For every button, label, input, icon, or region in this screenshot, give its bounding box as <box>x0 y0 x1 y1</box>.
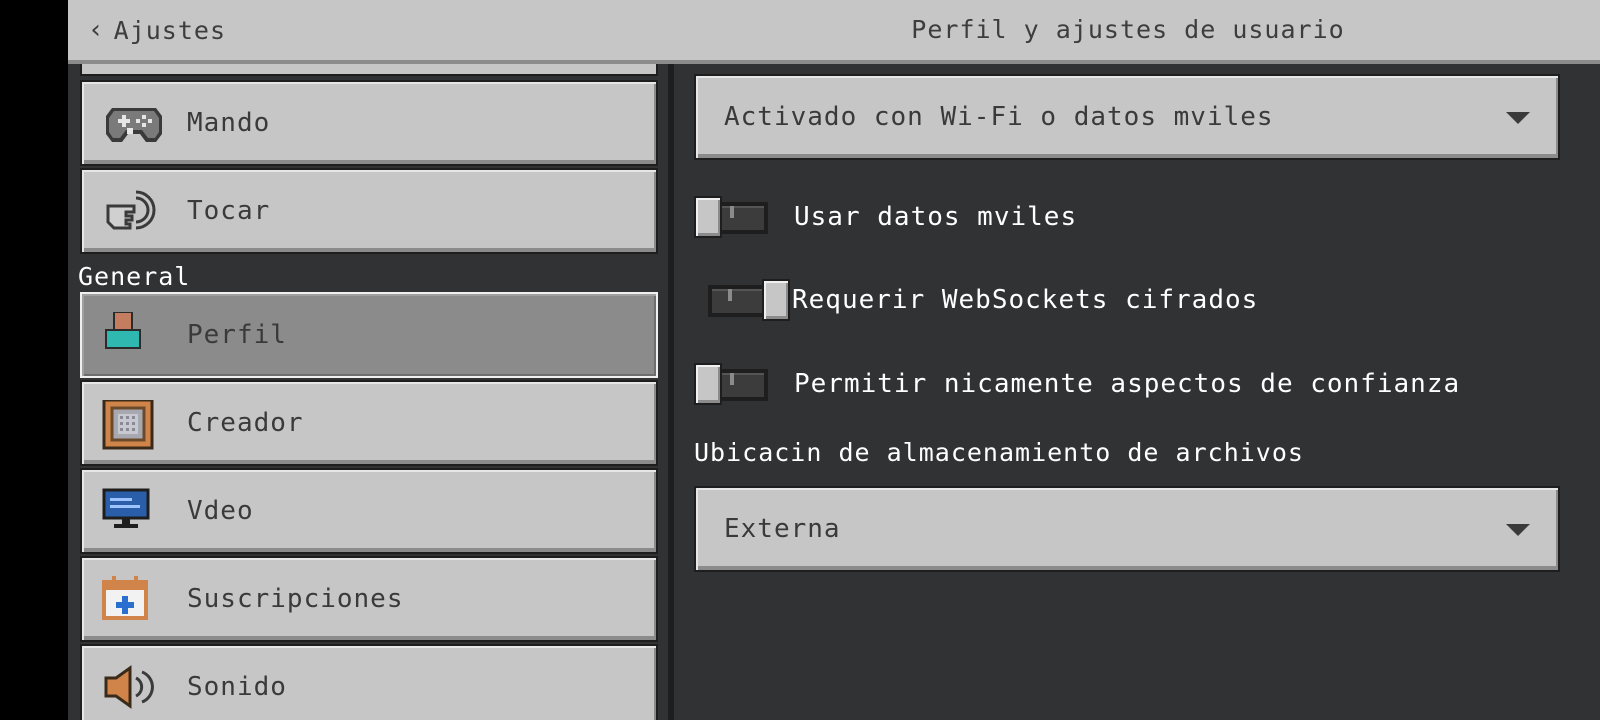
sidebar-item-label: Tocar <box>187 196 271 226</box>
settings-app: ‹ Ajustes Perfil y ajustes de usuario Ma… <box>68 0 1600 720</box>
sidebar-item-creador[interactable]: Creador <box>80 380 658 466</box>
sidebar-item-tocar[interactable]: Tocar <box>80 168 658 254</box>
toggle-row-trusted-skins[interactable]: Permitir nicamente aspectos de confianza <box>694 361 1460 407</box>
sidebar-item-label: Vdeo <box>187 496 254 526</box>
toggle-indicator <box>730 373 734 385</box>
dropdown-value: Externa <box>724 514 841 544</box>
main-panel: Activado con Wi-Fi o datos mviles Usar d… <box>674 64 1600 720</box>
storage-location-label: Ubicacin de almacenamiento de archivos <box>694 438 1304 467</box>
sidebar-item-label: Sonido <box>187 672 287 702</box>
back-label: Ajustes <box>113 15 227 45</box>
caret-down-icon <box>1506 524 1530 536</box>
toggle-indicator <box>728 289 732 301</box>
sidebar-item-mando[interactable]: Mando <box>80 80 658 166</box>
toggle-label: Permitir nicamente aspectos de confianza <box>794 369 1461 399</box>
encrypted-websockets-toggle[interactable] <box>704 279 790 321</box>
touch-hand-icon <box>102 188 156 234</box>
sidebar-item-label: Suscripciones <box>187 584 404 614</box>
sidebar-item-label: Creador <box>187 408 304 438</box>
section-heading-general: General <box>78 262 191 291</box>
toggle-indicator <box>730 206 734 218</box>
mobile-data-toggle[interactable] <box>694 196 772 238</box>
sidebar-item-label: Mando <box>187 108 271 138</box>
calendar-plus-icon <box>102 576 154 622</box>
sidebar-item-perfil[interactable]: Perfil <box>80 292 658 378</box>
toggle-row-mobile-data[interactable]: Usar datos mviles <box>694 194 1077 240</box>
gamepad-icon <box>102 100 162 146</box>
header-bar: ‹ Ajustes Perfil y ajustes de usuario <box>68 0 1600 64</box>
speaker-icon <box>102 664 154 710</box>
storage-location-dropdown[interactable]: Externa <box>694 486 1560 572</box>
dropdown-value: Activado con Wi-Fi o datos mviles <box>724 102 1274 132</box>
toggle-knob[interactable] <box>762 279 790 321</box>
toggle-label: Requerir WebSockets cifrados <box>792 285 1259 315</box>
page-title: Perfil y ajustes de usuario <box>911 15 1345 44</box>
toggle-knob[interactable] <box>694 363 722 405</box>
monitor-icon <box>102 488 154 534</box>
caret-down-icon <box>1506 112 1530 124</box>
chevron-left-icon: ‹ <box>88 15 104 45</box>
back-button[interactable]: ‹ Ajustes <box>88 8 226 52</box>
sidebar-item-video[interactable]: Vdeo <box>80 468 658 554</box>
sidebar-item-suscripciones[interactable]: Suscripciones <box>80 556 658 642</box>
sidebar-item-sonido[interactable]: Sonido <box>80 644 658 720</box>
command-block-icon <box>102 398 154 450</box>
trusted-skins-toggle[interactable] <box>694 363 772 405</box>
profile-icon <box>102 311 154 358</box>
network-usage-dropdown[interactable]: Activado con Wi-Fi o datos mviles <box>694 74 1560 160</box>
toggle-label: Usar datos mviles <box>794 202 1078 232</box>
toggle-knob[interactable] <box>694 196 722 238</box>
sidebar-item-label: Perfil <box>187 320 287 350</box>
toggle-row-websockets[interactable]: Requerir WebSockets cifrados <box>694 277 1258 323</box>
sidebar[interactable]: Mando Tocar General Perfil Creador Vdeo … <box>68 64 674 720</box>
sidebar-item-partial[interactable] <box>80 64 658 76</box>
